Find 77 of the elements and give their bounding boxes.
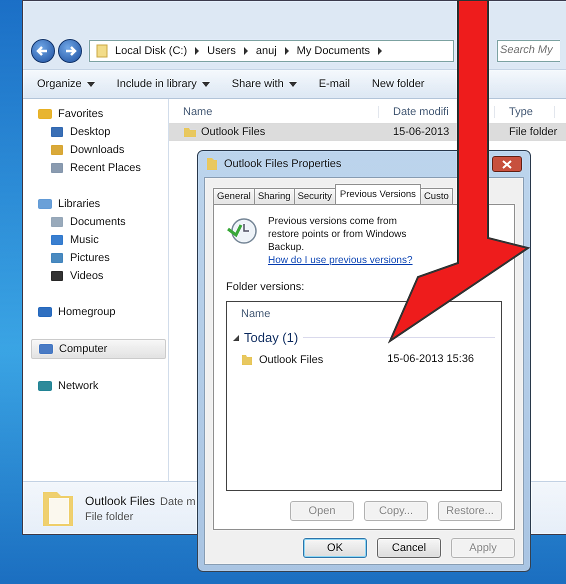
list-label: Folder versions:	[226, 281, 306, 293]
toolbar-button[interactable]: E-mail	[318, 78, 350, 90]
column-header[interactable]: Name	[227, 306, 501, 326]
date-cell: 15-06-2013	[393, 126, 450, 138]
item-type: File folder	[85, 510, 134, 522]
nav-icon	[49, 251, 65, 265]
nav-item[interactable]: Favorites	[23, 105, 168, 123]
toolbar-button[interactable]: New folder	[372, 78, 424, 90]
nav-item[interactable]: Recent Places	[23, 159, 168, 177]
group-header: Today (1)	[244, 330, 298, 345]
column-header[interactable]: Date modifi	[393, 106, 449, 118]
dialog-title: Outlook Files Properties	[224, 158, 342, 170]
nav-icon	[37, 379, 53, 393]
breadcrumb[interactable]: Local Disk (C:)	[115, 45, 188, 57]
dialog-button[interactable]: Cancel	[377, 538, 441, 558]
close-button[interactable]	[492, 156, 522, 172]
left-arrow-icon	[36, 44, 50, 58]
nav-icon	[49, 161, 65, 175]
toolbar-button[interactable]: Include in library	[116, 78, 210, 90]
search-field[interactable]: Search My	[497, 40, 560, 62]
toolbar-button[interactable]: Organize	[37, 78, 95, 90]
caret-icon	[202, 82, 210, 86]
nav-item[interactable]: Music	[23, 231, 168, 249]
nav-icon	[37, 197, 53, 211]
nav-icon	[37, 305, 53, 319]
tab[interactable]: Security	[294, 188, 336, 204]
nav-icon	[49, 233, 65, 247]
nav-item[interactable]: Desktop	[23, 123, 168, 141]
right-arrow-icon	[63, 44, 77, 58]
nav-item[interactable]: Homegroup	[23, 303, 168, 321]
nav-icon	[49, 125, 65, 139]
tab[interactable]: General	[213, 188, 255, 204]
nav-icon	[49, 269, 65, 283]
chevron-icon	[284, 47, 290, 55]
folder-icon	[183, 126, 197, 138]
nav-item[interactable]: Network	[23, 377, 168, 395]
folder-icon	[241, 353, 253, 366]
file-name-cell[interactable]: Outlook Files	[169, 126, 379, 138]
column-header[interactable]: Name	[183, 106, 212, 118]
forward-button[interactable]	[58, 39, 82, 63]
version-name[interactable]: Outlook Files	[241, 353, 324, 366]
folder-icon	[96, 44, 108, 58]
breadcrumb[interactable]: anuj	[256, 45, 277, 57]
back-button[interactable]	[31, 39, 55, 63]
item-name: Outlook Files	[85, 494, 156, 508]
caret-icon	[86, 82, 95, 86]
chevron-icon	[194, 47, 200, 55]
close-icon	[502, 160, 512, 168]
nav-icon	[49, 215, 65, 229]
info-text: Previous versions come from restore points or from Windows Backup. How do I use previous versions?	[268, 215, 414, 267]
item-date: Date m	[160, 496, 196, 508]
nav-icon	[49, 143, 65, 157]
column-header[interactable]: Type	[509, 106, 533, 118]
dialog-button[interactable]: OK	[303, 538, 367, 558]
breadcrumb[interactable]: Users	[207, 45, 236, 57]
tab[interactable]: Sharing	[254, 188, 295, 204]
nav-item[interactable]: Computer	[31, 339, 166, 359]
nav-item[interactable]: Libraries	[23, 195, 168, 213]
toolbar-button[interactable]: Share with	[232, 78, 297, 90]
help-link[interactable]: How do I use previous versions?	[268, 255, 413, 266]
nav-icon	[38, 342, 54, 356]
chevron-icon	[377, 47, 384, 55]
tab[interactable]: Custo	[420, 188, 453, 204]
nav-item[interactable]: Videos	[23, 267, 168, 285]
caret-icon	[288, 82, 297, 86]
nav-icon	[37, 107, 53, 121]
version-date: 15-06-2013 15:36	[387, 353, 474, 366]
folder-icon	[206, 157, 218, 171]
tab[interactable]: Previous Versions	[334, 184, 421, 204]
nav-item[interactable]: Downloads	[23, 141, 168, 159]
type-cell: File folder	[509, 126, 558, 138]
collapse-icon[interactable]	[233, 334, 239, 340]
chevron-icon	[242, 47, 249, 55]
address-bar[interactable]: Local Disk (C:) Users anuj My Documents	[89, 40, 454, 62]
nav-item[interactable]: Documents	[23, 213, 168, 231]
breadcrumb[interactable]: My Documents	[296, 45, 370, 57]
nav-item[interactable]: Pictures	[23, 249, 168, 267]
